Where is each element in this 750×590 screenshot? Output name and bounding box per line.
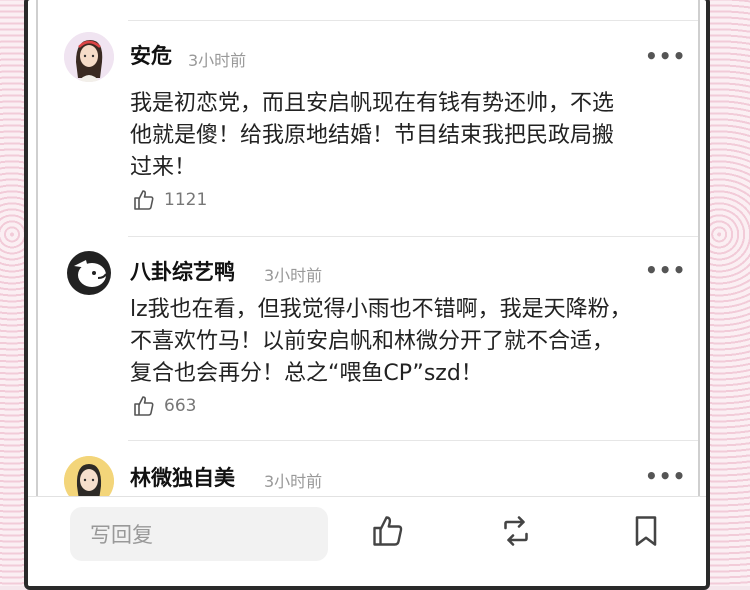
more-options-icon[interactable]: ••• xyxy=(645,464,686,488)
divider xyxy=(128,440,698,441)
more-options-icon[interactable]: ••• xyxy=(645,44,686,68)
thumbs-up-icon[interactable] xyxy=(370,513,406,549)
repost-icon[interactable] xyxy=(498,513,534,549)
divider xyxy=(128,20,698,21)
username[interactable]: 林微独自美 xyxy=(130,462,235,492)
avatar[interactable] xyxy=(64,248,114,298)
bookmark-icon[interactable] xyxy=(628,513,664,549)
like-count: 663 xyxy=(164,396,197,416)
like-button[interactable]: 663 xyxy=(132,394,196,418)
thumbs-up-icon xyxy=(134,190,154,210)
timestamp: 3小时前 xyxy=(264,472,323,491)
like-count: 1121 xyxy=(164,190,208,210)
phone-frame: 安危 3小时前 ••• 我是初恋党，而且安启帆现在有钱有势还帅，不选 他就是傻！… xyxy=(24,0,710,590)
thumbs-up-icon xyxy=(134,396,154,416)
timestamp: 3小时前 xyxy=(264,266,323,285)
more-options-icon[interactable]: ••• xyxy=(645,258,686,282)
comment-text: 我是初恋党，而且安启帆现在有钱有势还帅，不选 他就是傻！给我原地结婚！节目结束我… xyxy=(130,91,615,180)
username[interactable]: 安危 xyxy=(130,40,172,70)
comment-text: lz我也在看，但我觉得小雨也不错啊，我是天降粉， 不喜欢竹马！以前安启帆和林微分… xyxy=(130,297,632,386)
username[interactable]: 八卦综艺鸭 xyxy=(130,256,235,286)
timestamp: 3小时前 xyxy=(188,51,247,70)
avatar[interactable] xyxy=(64,32,114,82)
bottom-action-bar: 写回复 xyxy=(28,496,706,586)
divider xyxy=(128,236,698,237)
background-pattern-right xyxy=(706,0,750,586)
reply-input[interactable]: 写回复 xyxy=(70,507,328,561)
like-button[interactable]: 1121 xyxy=(132,188,207,212)
reply-placeholder: 写回复 xyxy=(90,523,153,547)
